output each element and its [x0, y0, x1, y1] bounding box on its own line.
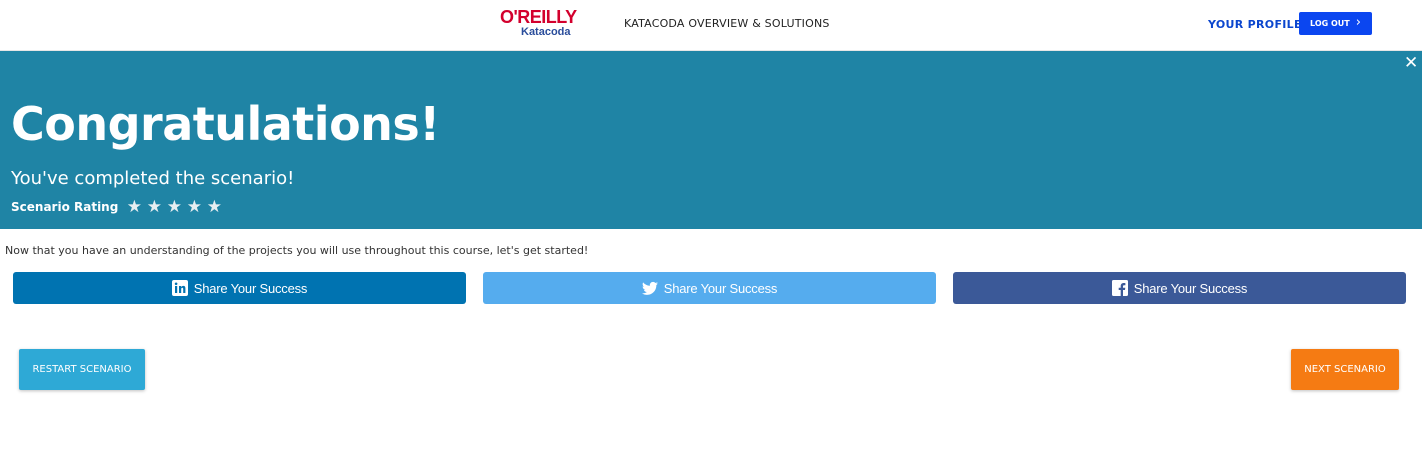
- oreilly-katacoda-logo[interactable]: O'REILLY Katacoda: [500, 8, 592, 42]
- chevron-right-icon: ›: [1355, 15, 1361, 30]
- banner-subtitle: You've completed the scenario!: [11, 168, 295, 189]
- logo-primary-text: O'REILLY: [500, 7, 577, 27]
- share-linkedin-label: Share Your Success: [193, 280, 308, 296]
- nav-link-profile[interactable]: YOUR PROFILE: [1208, 18, 1302, 31]
- share-facebook-button[interactable]: Share Your Success: [953, 272, 1406, 304]
- star-icon[interactable]: ★: [166, 199, 182, 216]
- close-icon[interactable]: ✕: [1404, 55, 1418, 72]
- star-icon[interactable]: ★: [206, 199, 222, 216]
- facebook-icon: [1111, 280, 1128, 296]
- star-icon[interactable]: ★: [126, 199, 142, 216]
- linkedin-icon: [171, 280, 188, 296]
- scenario-rating: Scenario Rating ★ ★ ★ ★ ★: [11, 199, 222, 216]
- completion-banner: ✕ Congratulations! You've completed the …: [0, 51, 1422, 229]
- rating-label: Scenario Rating: [11, 200, 119, 214]
- share-twitter-button[interactable]: Share Your Success: [483, 272, 936, 304]
- logout-button-label: LOG OUT: [1310, 19, 1350, 28]
- nav-link-overview[interactable]: KATACODA OVERVIEW & SOLUTIONS: [624, 17, 830, 30]
- next-scenario-button[interactable]: NEXT SCENARIO: [1291, 349, 1399, 390]
- logo-secondary-text: Katacoda: [521, 26, 571, 38]
- share-twitter-label: Share Your Success: [663, 280, 778, 296]
- rating-stars: ★ ★ ★ ★ ★: [126, 199, 222, 216]
- intro-text: Now that you have an understanding of th…: [5, 244, 589, 257]
- star-icon[interactable]: ★: [186, 199, 202, 216]
- twitter-icon: [641, 280, 658, 296]
- logout-button[interactable]: LOG OUT ›: [1299, 12, 1372, 35]
- banner-title: Congratulations!: [11, 97, 440, 151]
- share-linkedin-button[interactable]: Share Your Success: [13, 272, 466, 304]
- top-navigation-bar: O'REILLY Katacoda KATACODA OVERVIEW & SO…: [0, 0, 1422, 51]
- restart-scenario-button[interactable]: RESTART SCENARIO: [19, 349, 145, 390]
- star-icon[interactable]: ★: [146, 199, 162, 216]
- share-facebook-label: Share Your Success: [1133, 280, 1248, 296]
